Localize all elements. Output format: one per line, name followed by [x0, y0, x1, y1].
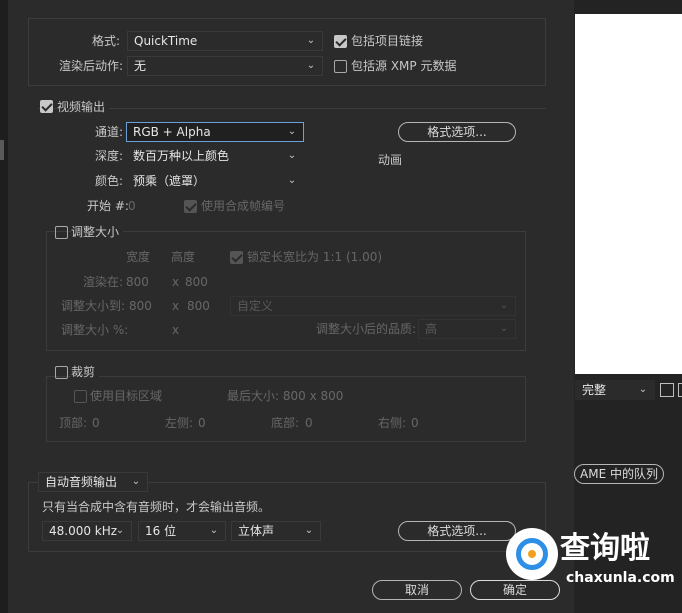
- lock-aspect-label: 锁定长宽比为 1:1 (1.00): [247, 250, 383, 264]
- crop-bottom-value[interactable]: 0: [305, 415, 313, 431]
- include-xmp-label: 包括源 XMP 元数据: [351, 59, 457, 73]
- depth-value: 数百万种以上颜色: [133, 149, 230, 163]
- include-project-link-label: 包括项目链接: [351, 34, 424, 48]
- crop-top-label: 顶部:: [59, 416, 88, 430]
- channels-value: RGB + Alpha: [133, 125, 211, 139]
- height-header: 高度: [171, 250, 196, 264]
- audio-rate-select[interactable]: 48.000 kHz ⌄: [42, 521, 132, 541]
- video-output-checkbox[interactable]: [40, 100, 53, 113]
- crop-right-label: 右侧:: [378, 416, 407, 430]
- chevron-down-icon: ⌄: [306, 35, 316, 46]
- chevron-down-icon: ⌄: [287, 150, 297, 161]
- composition-preview: [575, 14, 682, 374]
- audio-channels-select[interactable]: 立体声 ⌄: [231, 521, 321, 541]
- chevron-down-icon: ⌄: [638, 384, 648, 395]
- channels-label: 通道:: [95, 125, 124, 139]
- depth-label: 深度:: [95, 149, 124, 163]
- scrollbar[interactable]: [0, 140, 4, 160]
- video-output-label: 视频输出: [57, 99, 110, 115]
- format-value: QuickTime: [134, 34, 198, 48]
- cancel-button[interactable]: 取消: [372, 580, 462, 600]
- watermark-text: 查询啦: [560, 531, 650, 566]
- crop-checkbox[interactable]: [55, 366, 68, 379]
- post-render-value: 无: [134, 59, 147, 73]
- chevron-down-icon: ⌄: [287, 126, 297, 137]
- audio-mode-value: 自动音频输出: [45, 475, 118, 489]
- resize-quality-value: 高: [425, 322, 438, 336]
- width-header: 宽度: [126, 250, 151, 264]
- rendering-at-width: 800: [126, 275, 149, 289]
- audio-channels-value: 立体声: [238, 524, 275, 538]
- include-xmp-checkbox[interactable]: [334, 60, 347, 73]
- crop-left-label: 左侧:: [165, 416, 194, 430]
- rendering-at-label: 渲染在:: [83, 275, 124, 289]
- crop-section: [46, 376, 526, 442]
- watermark-url: chaxunla.com: [566, 570, 675, 586]
- chevron-down-icon: ⌄: [131, 476, 141, 487]
- watermark-dot-icon: [528, 550, 536, 558]
- crop-top-value[interactable]: 0: [92, 415, 100, 431]
- color-value: 预乘（遮罩）: [133, 174, 206, 188]
- resize-pct-x: x: [172, 323, 180, 337]
- resize-checkbox[interactable]: [55, 226, 68, 239]
- audio-rate-value: 48.000 kHz: [49, 524, 118, 538]
- chevron-down-icon: ⌄: [287, 175, 297, 186]
- depth-select[interactable]: 数百万种以上颜色 ⌄: [126, 146, 304, 166]
- toggle-transparency-icon[interactable]: [660, 383, 674, 397]
- rendering-at-height: 800: [185, 275, 208, 289]
- crop-left-value[interactable]: 0: [198, 415, 206, 431]
- resize-pct-label: 调整大小 %:: [61, 323, 129, 337]
- lock-aspect-checkbox[interactable]: [230, 251, 243, 264]
- resize-preset-value: 自定义: [237, 299, 274, 313]
- resize-quality-label: 调整大小后的品质:: [316, 322, 417, 336]
- crop-bottom-label: 底部:: [271, 416, 300, 430]
- ok-button[interactable]: 确定: [470, 580, 560, 600]
- use-roi-label: 使用目标区域: [90, 389, 163, 403]
- chevron-down-icon: ⌄: [304, 525, 314, 536]
- post-render-select[interactable]: 无 ⌄: [127, 56, 323, 76]
- chevron-down-icon: ⌄: [499, 300, 509, 311]
- chevron-down-icon: ⌄: [499, 323, 509, 334]
- start-value: 0: [128, 199, 136, 213]
- video-format-options-button[interactable]: 格式选项...: [398, 122, 516, 142]
- post-render-label: 渲染后动作:: [59, 59, 124, 73]
- resize-to-label: 调整大小到:: [61, 299, 126, 313]
- audio-format-options-button[interactable]: 格式选项...: [398, 521, 516, 541]
- resize-to-x: x: [172, 299, 180, 313]
- audio-mode-select[interactable]: 自动音频输出 ⌄: [38, 472, 148, 492]
- resize-label: 调整大小: [71, 224, 124, 240]
- section-divider: [38, 108, 546, 109]
- use-comp-frame-label: 使用合成帧编号: [201, 199, 286, 213]
- preview-quality-select[interactable]: 完整 ⌄: [575, 380, 655, 400]
- final-size-label: 最后大小: 800 x 800: [227, 389, 344, 403]
- audio-note: 只有当合成中含有音频时，才会输出音频。: [42, 500, 271, 514]
- resize-preset-select[interactable]: 自定义 ⌄: [230, 296, 516, 316]
- channels-select[interactable]: RGB + Alpha ⌄: [126, 122, 304, 142]
- preview-quality-value: 完整: [582, 383, 607, 397]
- queue-in-ame-button[interactable]: AME 中的队列: [574, 464, 664, 484]
- crop-label: 裁剪: [71, 364, 100, 380]
- color-select[interactable]: 预乘（遮罩） ⌄: [126, 171, 304, 191]
- crop-right-value[interactable]: 0: [411, 415, 419, 431]
- start-label: 开始 #:: [87, 199, 129, 213]
- include-project-link-checkbox[interactable]: [334, 35, 347, 48]
- format-label: 格式:: [92, 34, 121, 48]
- audio-bits-value: 16 位: [145, 524, 177, 538]
- chevron-down-icon: ⌄: [115, 525, 125, 536]
- audio-bits-select[interactable]: 16 位 ⌄: [138, 521, 226, 541]
- use-roi-checkbox[interactable]: [74, 390, 87, 403]
- resize-to-width[interactable]: 800: [129, 298, 152, 314]
- rendering-at-x: x: [172, 275, 180, 289]
- format-select[interactable]: QuickTime ⌄: [127, 31, 323, 51]
- resize-quality-select[interactable]: 高 ⌄: [418, 319, 516, 339]
- use-comp-frame-checkbox[interactable]: [184, 200, 197, 213]
- region-of-interest-icon[interactable]: [678, 383, 682, 397]
- color-label: 颜色:: [95, 174, 124, 188]
- chevron-down-icon: ⌄: [306, 60, 316, 71]
- resize-to-height[interactable]: 800: [187, 298, 210, 314]
- codec-label: 动画: [378, 153, 403, 167]
- chevron-down-icon: ⌄: [209, 525, 219, 536]
- audio-section: [28, 482, 546, 552]
